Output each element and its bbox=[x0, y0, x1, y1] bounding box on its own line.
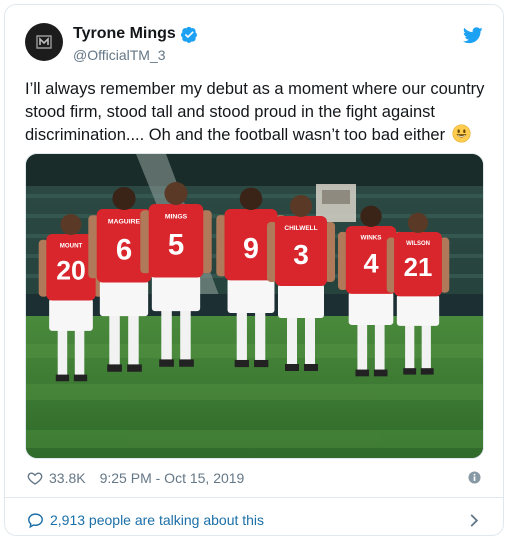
shirt-name: MOUNT bbox=[60, 242, 83, 249]
tweet-body: I’ll always remember my debut as a momen… bbox=[25, 80, 485, 144]
conversation-link[interactable]: 2,913 people are talking about this bbox=[27, 508, 483, 532]
name-row: Tyrone Mings bbox=[73, 25, 198, 43]
shirt-name: WINKS bbox=[361, 235, 382, 242]
shirt-number: 3 bbox=[293, 239, 309, 270]
chevron-right-icon[interactable] bbox=[469, 513, 479, 528]
tweet-meta: 33.8K 9:25 PM - Oct 15, 2019 bbox=[27, 467, 483, 489]
display-name[interactable]: Tyrone Mings bbox=[73, 25, 176, 43]
tm-logo-icon bbox=[36, 35, 52, 49]
shirt-name: CHILWELL bbox=[284, 225, 317, 232]
twitter-bird-icon[interactable] bbox=[463, 27, 483, 44]
info-icon[interactable] bbox=[468, 471, 481, 484]
tweet-header: Tyrone Mings @OfficialTM_3 bbox=[23, 21, 487, 69]
avatar[interactable] bbox=[25, 23, 63, 61]
shirt-number: 9 bbox=[243, 233, 259, 265]
shirt-number: 5 bbox=[168, 228, 184, 261]
divider bbox=[5, 497, 503, 498]
tweet-photo[interactable]: MOUNT 20 MAGUIRE 6 MINGS 5 9 CHILWELL 3 WINKS 4 WIL… bbox=[25, 153, 484, 459]
shirt-name: MAGUIRE bbox=[108, 219, 141, 226]
shirt-number: 21 bbox=[404, 254, 433, 282]
shirt-name: MINGS bbox=[165, 214, 188, 221]
user-handle[interactable]: @OfficialTM_3 bbox=[73, 47, 166, 63]
speech-bubble-icon bbox=[28, 512, 43, 528]
shirt-number: 6 bbox=[116, 233, 132, 266]
verified-badge-icon bbox=[180, 26, 197, 43]
talking-count-text[interactable]: 2,913 people are talking about this bbox=[50, 512, 264, 528]
grinning-face-emoji-icon bbox=[452, 124, 471, 143]
heart-icon[interactable] bbox=[27, 470, 43, 486]
tweet-card[interactable]: Tyrone Mings @OfficialTM_3 I’ll always r… bbox=[4, 4, 504, 536]
like-count[interactable]: 33.8K bbox=[49, 470, 86, 486]
tweet-text: I’ll always remember my debut as a momen… bbox=[25, 78, 485, 147]
shirt-name: WILSON bbox=[406, 241, 430, 247]
team-celebration-photo: MOUNT 20 MAGUIRE 6 MINGS 5 9 CHILWELL 3 WINKS 4 WIL… bbox=[26, 154, 483, 458]
tweet-timestamp[interactable]: 9:25 PM - Oct 15, 2019 bbox=[100, 470, 245, 486]
shirt-number: 20 bbox=[56, 256, 86, 286]
shirt-number: 4 bbox=[363, 248, 378, 279]
